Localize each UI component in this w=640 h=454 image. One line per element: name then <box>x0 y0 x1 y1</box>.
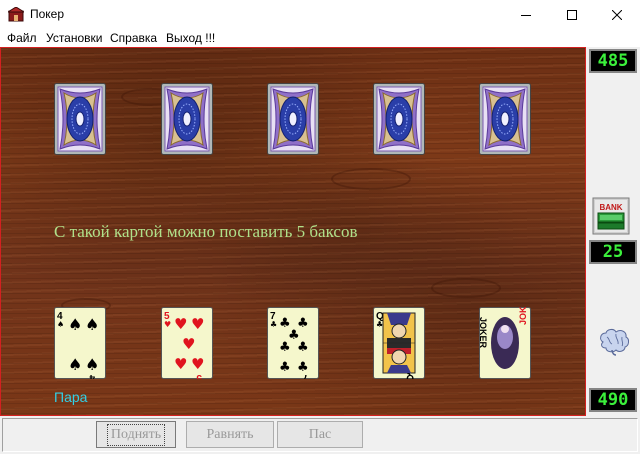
club-icon: ♣ <box>297 340 309 355</box>
wood-grain <box>431 278 501 298</box>
svg-text:Q: Q <box>406 372 414 379</box>
pass-button[interactable]: Пас <box>277 421 363 448</box>
minimize-icon <box>521 14 531 16</box>
queen-portrait <box>382 312 416 374</box>
opponent-card <box>54 83 106 155</box>
joker-label: JOKER <box>479 317 488 349</box>
menu-file[interactable]: Файл <box>7 31 37 45</box>
player-card-3[interactable]: 7 ♣ ♣ ♣ ♣ ♣ ♣ ♣ ♣ 7 <box>267 307 319 379</box>
card-face: 4 ♠ ♠ ♠ ♠ ♠ 4 <box>54 307 106 379</box>
opponent-money-display: 485 <box>589 49 637 73</box>
svg-text:5: 5 <box>196 372 202 379</box>
card-face: 7 ♣ ♣ ♣ ♣ ♣ ♣ ♣ ♣ 7 <box>267 307 319 379</box>
heart-icon: ♥ <box>191 355 204 373</box>
spade-icon: ♠ <box>68 315 82 334</box>
svg-text:7: 7 <box>302 372 308 379</box>
svg-text:♥: ♥ <box>164 320 171 329</box>
card-back <box>54 83 106 155</box>
heart-icon: ♥ <box>182 335 195 353</box>
action-bar: Поднять Равнять Пас <box>0 416 640 454</box>
bank-amount-display: 25 <box>589 240 637 264</box>
maximize-button[interactable] <box>549 0 595 29</box>
heart-icon: ♥ <box>174 355 187 373</box>
spade-icon: ♠ <box>68 355 82 374</box>
menu-bar: Файл Установки Справка Выход !!! <box>0 29 640 47</box>
svg-text:JOKER: JOKER <box>518 307 528 325</box>
card-back <box>373 83 425 155</box>
bank-label: BANK <box>599 203 622 212</box>
heart-icon: ♥ <box>191 315 204 333</box>
card-back <box>479 83 531 155</box>
close-icon <box>612 9 622 20</box>
brain-icon <box>600 329 629 356</box>
player-card-1[interactable]: 4 ♠ ♠ ♠ ♠ ♠ 4 <box>54 307 106 379</box>
svg-text:♣: ♣ <box>376 320 383 329</box>
hand-combination: Пара <box>54 389 88 405</box>
card-back <box>267 83 319 155</box>
title-bar: Покер <box>0 0 640 29</box>
player-card-2[interactable]: 5 ♥ ♥ ♥ ♥ ♥ ♥ 5 <box>161 307 213 379</box>
bank-icon: BANK <box>592 197 630 235</box>
club-icon: ♣ <box>279 340 291 355</box>
menu-exit[interactable]: Выход !!! <box>166 31 215 45</box>
menu-help[interactable]: Справка <box>110 31 157 45</box>
player-money-display: 490 <box>589 388 637 412</box>
player-card-5[interactable]: JOKER JOKER <box>479 307 531 379</box>
poker-table: С такой картой можно поставить 5 баксов … <box>0 47 586 416</box>
player-card-4[interactable]: Q ♣ Q <box>373 307 425 379</box>
spade-icon: ♠ <box>85 355 99 374</box>
minimize-button[interactable] <box>503 0 549 29</box>
card-face: JOKER JOKER <box>479 307 531 379</box>
svg-text:4: 4 <box>89 372 95 379</box>
call-button[interactable]: Равнять <box>186 421 274 448</box>
bet-hint-message: С такой картой можно поставить 5 баксов <box>54 222 358 241</box>
opponent-card <box>267 83 319 155</box>
club-icon: ♣ <box>279 360 291 375</box>
wood-grain <box>331 168 411 190</box>
maximize-icon <box>567 9 577 20</box>
card-back <box>161 83 213 155</box>
opponent-card <box>479 83 531 155</box>
svg-text:♣: ♣ <box>270 320 277 329</box>
menu-settings[interactable]: Установки <box>46 31 102 45</box>
card-face: 5 ♥ ♥ ♥ ♥ ♥ ♥ 5 <box>161 307 213 379</box>
window-title: Покер <box>30 7 65 21</box>
spade-icon: ♠ <box>85 315 99 334</box>
raise-button[interactable]: Поднять <box>96 421 176 448</box>
svg-text:♠: ♠ <box>57 320 64 329</box>
heart-icon: ♥ <box>174 315 187 333</box>
card-face: Q ♣ Q <box>373 307 425 379</box>
close-button[interactable] <box>594 0 640 29</box>
app-icon <box>8 7 24 22</box>
opponent-card <box>373 83 425 155</box>
opponent-card <box>161 83 213 155</box>
